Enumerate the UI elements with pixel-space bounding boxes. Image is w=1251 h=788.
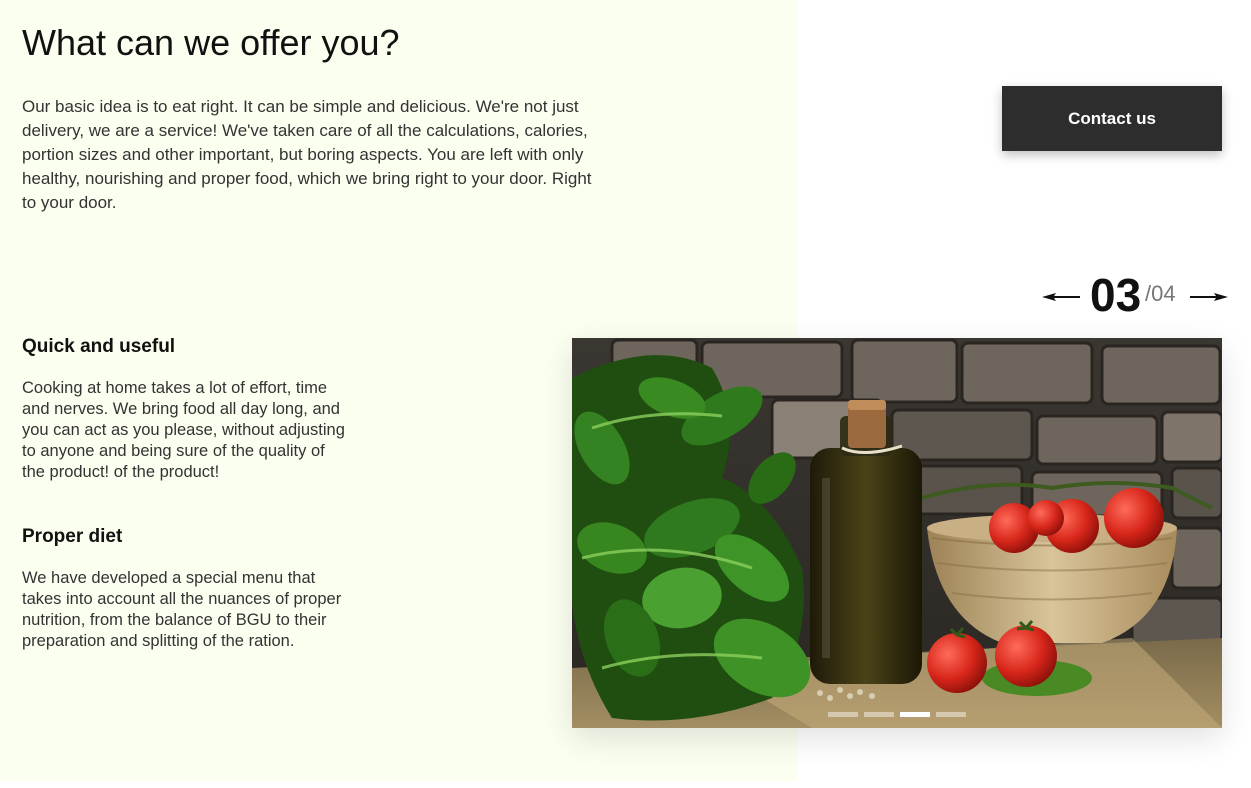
slider-dot-3[interactable]	[900, 712, 930, 717]
contact-us-button[interactable]: Contact us	[1002, 86, 1222, 151]
current-slide-number: 03	[1090, 269, 1142, 321]
total-slides: /04	[1145, 281, 1176, 306]
section-title: What can we offer you?	[22, 22, 400, 63]
slider-dot-1[interactable]	[828, 712, 858, 717]
intro-paragraph: Our basic idea is to eat right. It can b…	[22, 97, 592, 212]
feature-text: Cooking at home takes a lot of effort, t…	[22, 379, 345, 481]
feature-text: We have developed a special menu that ta…	[22, 569, 342, 650]
slider-pagination	[828, 712, 966, 717]
feature-title: Proper diet	[22, 526, 123, 547]
slide-photo	[572, 338, 1222, 728]
slider-dot-2[interactable]	[864, 712, 894, 717]
feature-title: Quick and useful	[22, 336, 176, 357]
slide-counter: 03 /04	[1040, 270, 1230, 320]
arrow-right-icon[interactable]	[1190, 292, 1228, 302]
image-slider[interactable]	[572, 338, 1222, 728]
slider-dot-4[interactable]	[936, 712, 966, 717]
arrow-left-icon[interactable]	[1042, 292, 1080, 302]
